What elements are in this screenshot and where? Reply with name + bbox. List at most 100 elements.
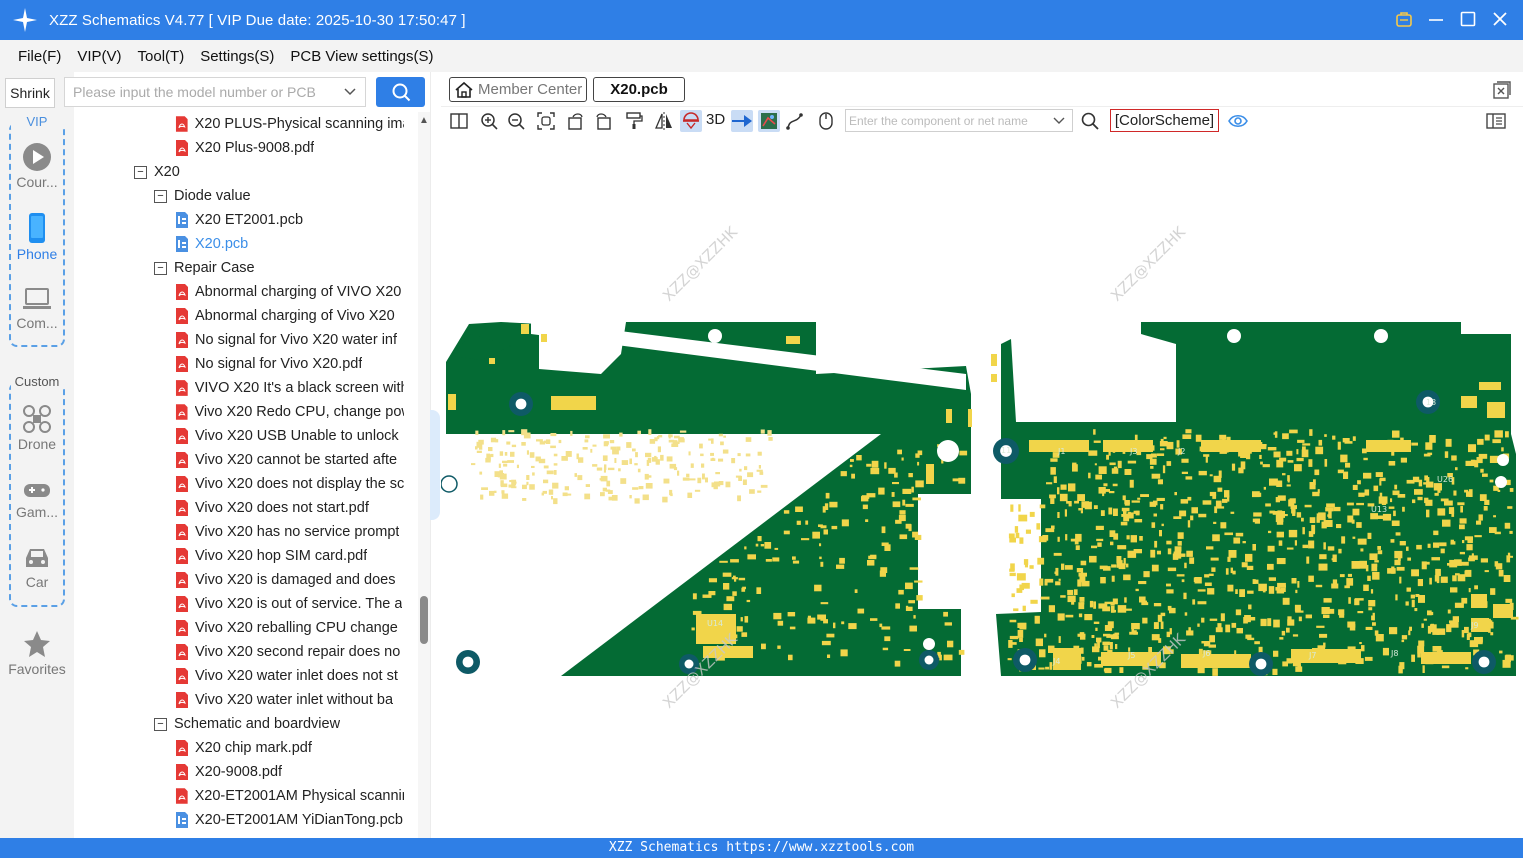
pcb-pad[interactable] [1197,589,1206,592]
pcb-pad[interactable] [1399,576,1402,584]
pcb-pad[interactable] [543,479,549,484]
pcb-pad[interactable] [773,612,782,620]
pcb-pad[interactable] [538,458,546,464]
pcb-pad[interactable] [827,654,831,659]
pcb-pad[interactable] [1089,600,1094,608]
pcb-pad[interactable] [1396,566,1405,571]
pcb-pad[interactable] [1071,601,1075,605]
pcb-pad[interactable] [713,482,717,487]
pcb-pad[interactable] [1494,561,1499,567]
pcb-pad[interactable] [1108,507,1113,515]
pcb-pad[interactable] [644,473,649,480]
pcb-pad[interactable] [503,463,508,467]
pcb-pad[interactable] [686,473,690,478]
pcb-pad[interactable] [1262,464,1270,468]
pcb-pad[interactable] [1409,626,1412,631]
pcb-pad[interactable] [489,490,495,496]
pcb-pad[interactable] [1405,601,1409,606]
pcb-pad[interactable] [504,452,508,456]
menu-tool[interactable]: Tool(T) [130,48,193,65]
pcb-pad[interactable] [1309,517,1316,523]
pcb-pad[interactable] [1364,656,1373,661]
pcb-pad[interactable] [668,434,671,439]
pcb-pad[interactable] [1267,563,1274,570]
pcb-pad[interactable] [578,457,584,463]
pcb-pad[interactable] [1433,530,1439,536]
pcb-pad[interactable] [691,627,695,631]
pcb-pad[interactable] [882,647,889,651]
pcb-pad[interactable] [1034,615,1040,624]
pcb-pad[interactable] [836,564,845,569]
pcb-pad[interactable] [1504,522,1511,529]
pcb-pad[interactable] [1265,503,1271,507]
pcb-pad[interactable] [902,499,906,506]
pcb-pad[interactable] [1212,668,1218,676]
pcb-pad[interactable] [654,437,658,442]
pcb-pad[interactable] [526,481,529,486]
pcb-pad[interactable] [1039,578,1044,586]
pcb-pad[interactable] [637,468,641,473]
pcb-pad[interactable] [1461,396,1477,408]
tree-file[interactable]: Vivo X20 cannot be started afte [175,448,404,472]
pcb-pad[interactable] [1389,627,1398,635]
pcb-pad[interactable] [760,429,765,434]
pcb-pad[interactable] [1418,640,1425,647]
pcb-pad[interactable] [1337,469,1344,474]
pcb-pad[interactable] [621,460,629,465]
pcb-pad[interactable] [814,584,822,592]
pcb-pad[interactable] [657,446,661,453]
pcb-pad[interactable] [756,587,762,594]
pcb-pad[interactable] [1297,439,1305,443]
pcb-pad[interactable] [673,467,678,471]
scroll-up-icon[interactable]: ▲ [419,115,429,126]
pcb-pad[interactable] [1462,540,1465,544]
pcb-pad[interactable] [1351,561,1360,569]
pcb-pad[interactable] [1222,498,1228,503]
pcb-pad[interactable] [634,498,640,504]
pcb-pad[interactable] [1073,589,1078,595]
pcb-pad[interactable] [1194,577,1202,584]
pcb-pad[interactable] [1143,571,1150,578]
pcb-pad[interactable] [690,463,694,468]
pcb-pad[interactable] [1015,532,1020,539]
pcb-pad[interactable] [907,606,913,611]
pcb-pad[interactable] [1197,601,1207,605]
pcb-pad[interactable] [1093,440,1101,443]
pcb-pad[interactable] [1402,506,1405,512]
pcb-pad[interactable] [1131,500,1140,503]
pcb-pad[interactable] [1466,633,1470,641]
pcb-pad[interactable] [1016,573,1026,581]
pcb-pad[interactable] [1055,567,1059,576]
pcb-pad[interactable] [1322,607,1326,615]
pcb-pad[interactable] [1505,654,1512,662]
pcb-pad[interactable] [792,560,800,564]
pcb-pad[interactable] [1367,532,1372,539]
pcb-pad[interactable] [905,503,914,507]
pcb-pad[interactable] [1411,599,1415,608]
pcb-pad[interactable] [915,453,920,458]
pcb-pad[interactable] [687,492,693,498]
pcb-pad[interactable] [1267,545,1275,552]
pcb-pad[interactable] [1417,496,1423,501]
pcb-pad[interactable] [1469,640,1479,648]
pcb-pad[interactable] [1295,589,1298,594]
pcb-pad[interactable] [1509,530,1513,534]
pcb-pad[interactable] [1245,634,1252,639]
pcb-pad[interactable] [679,430,687,433]
pcb-pad[interactable] [1440,576,1448,583]
pcb-pad[interactable] [1388,461,1396,466]
pcb-pad[interactable] [1191,507,1198,514]
pcb-pad[interactable] [1397,494,1406,498]
pcb-pad[interactable] [1184,612,1188,616]
pcb-pad[interactable] [654,455,657,459]
pcb-pad[interactable] [760,484,768,488]
pcb-pad[interactable] [1163,436,1167,440]
pcb-pad[interactable] [1156,497,1165,501]
pcb-pad[interactable] [502,430,506,436]
pcb-pad[interactable] [783,530,790,535]
pcb-pad[interactable] [1166,461,1172,466]
pcb-pad[interactable] [1084,614,1093,621]
pcb-pad[interactable] [697,477,702,484]
tree-file[interactable]: Abnormal charging of Vivo X20 [175,304,404,328]
pcb-pad[interactable] [1066,501,1072,504]
